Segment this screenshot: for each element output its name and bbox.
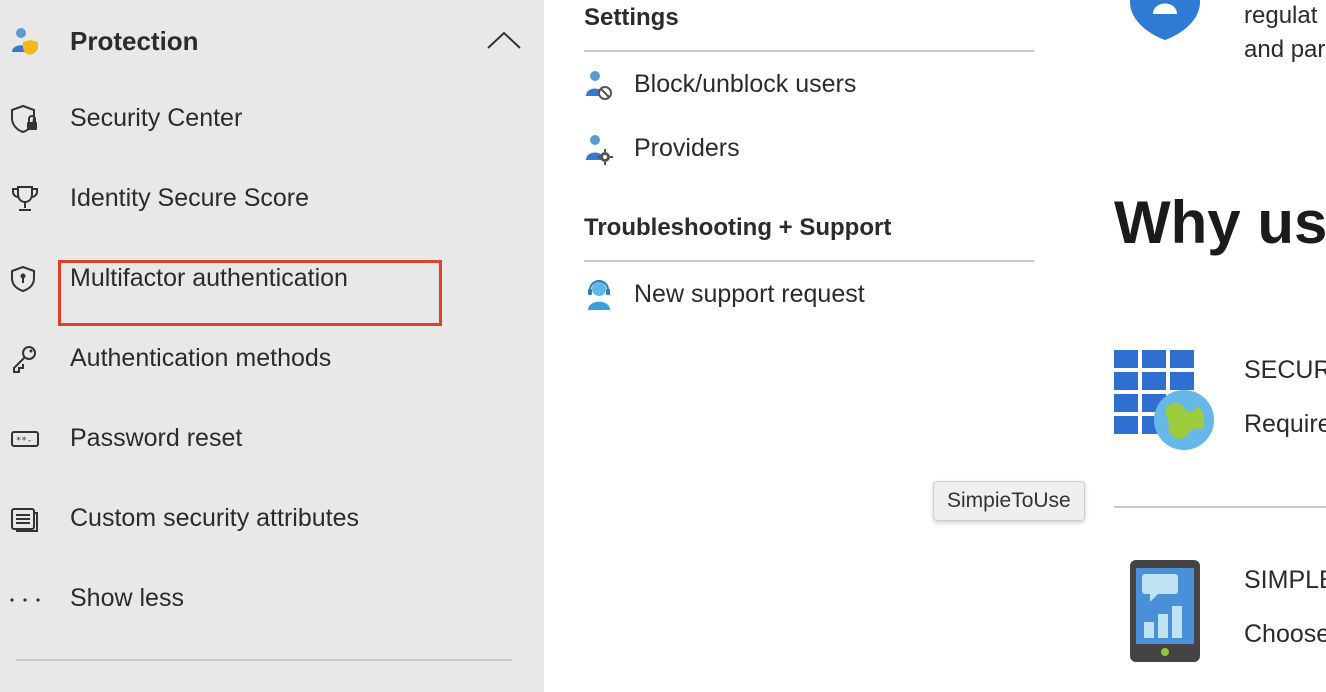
- user-shield-icon: [10, 26, 40, 56]
- support-section-title: Troubleshooting + Support: [584, 214, 892, 241]
- attributes-icon: [10, 504, 40, 534]
- sidebar-item-label: Password reset: [70, 424, 243, 452]
- trophy-icon: [10, 184, 40, 214]
- sidebar-item-show-less[interactable]: Show less: [0, 572, 544, 632]
- section-divider: [1114, 506, 1326, 508]
- support-agent-icon: [584, 278, 614, 312]
- shield-lock-icon: [10, 104, 40, 134]
- sidebar-item-label: Identity Secure Score: [70, 184, 310, 212]
- password-icon: **-: [10, 424, 40, 454]
- section-divider: [584, 260, 1034, 262]
- sidebar-item-custom-security-attributes[interactable]: Custom security attributes: [0, 492, 544, 552]
- sidebar-item-label: Show less: [70, 584, 184, 612]
- sidebar-item-password-reset[interactable]: **- Password reset: [0, 412, 544, 472]
- phone-chart-icon: [1130, 560, 1200, 662]
- sidebar-item-label: Authentication methods: [70, 344, 332, 372]
- link-providers[interactable]: Providers: [584, 130, 1034, 170]
- link-block-unblock-users[interactable]: Block/unblock users: [584, 66, 1034, 106]
- section-divider: [584, 50, 1034, 52]
- link-label: New support request: [634, 280, 865, 308]
- hero-text-line-1: regulat: [1244, 2, 1318, 29]
- user-gear-icon: [584, 132, 614, 166]
- sidebar-group-label: Protection: [70, 26, 199, 56]
- link-new-support-request[interactable]: New support request: [584, 276, 1034, 316]
- feature-title: SIMPLE: [1244, 566, 1326, 594]
- sidebar-item-label: Custom security attributes: [70, 504, 359, 532]
- svg-text:**-: **-: [16, 436, 32, 446]
- link-label: Block/unblock users: [634, 70, 857, 98]
- sidebar-item-security-center[interactable]: Security Center: [0, 92, 544, 152]
- shield-keyhole-icon: [10, 264, 40, 294]
- sidebar-divider: [16, 659, 512, 661]
- more-icon: [10, 584, 40, 614]
- feature-description: Choose: [1244, 620, 1326, 648]
- settings-section-title: Settings: [584, 4, 679, 31]
- block-user-icon: [584, 68, 614, 102]
- sidebar: Protection Security Center Identity Secu…: [0, 0, 544, 692]
- hero-text-line-2: and par: [1244, 36, 1326, 63]
- highlight-annotation: [58, 260, 442, 326]
- shield-user-icon: [1126, 0, 1204, 42]
- sidebar-item-identity-secure-score[interactable]: Identity Secure Score: [0, 172, 544, 232]
- feature-title: SECUR: [1244, 356, 1326, 384]
- sidebar-item-authentication-methods[interactable]: Authentication methods: [0, 332, 544, 392]
- feature-description: Require: [1244, 410, 1326, 438]
- windows-globe-icon: [1114, 350, 1216, 452]
- sidebar-item-label: Security Center: [70, 104, 243, 132]
- link-label: Providers: [634, 134, 740, 162]
- overview-panel: regulat and par Why use SECUR Require: [1060, 0, 1326, 692]
- chevron-up-icon[interactable]: [486, 30, 522, 50]
- sidebar-group-protection[interactable]: Protection: [0, 0, 544, 84]
- why-use-heading: Why use: [1114, 189, 1326, 256]
- key-icon: [10, 344, 40, 374]
